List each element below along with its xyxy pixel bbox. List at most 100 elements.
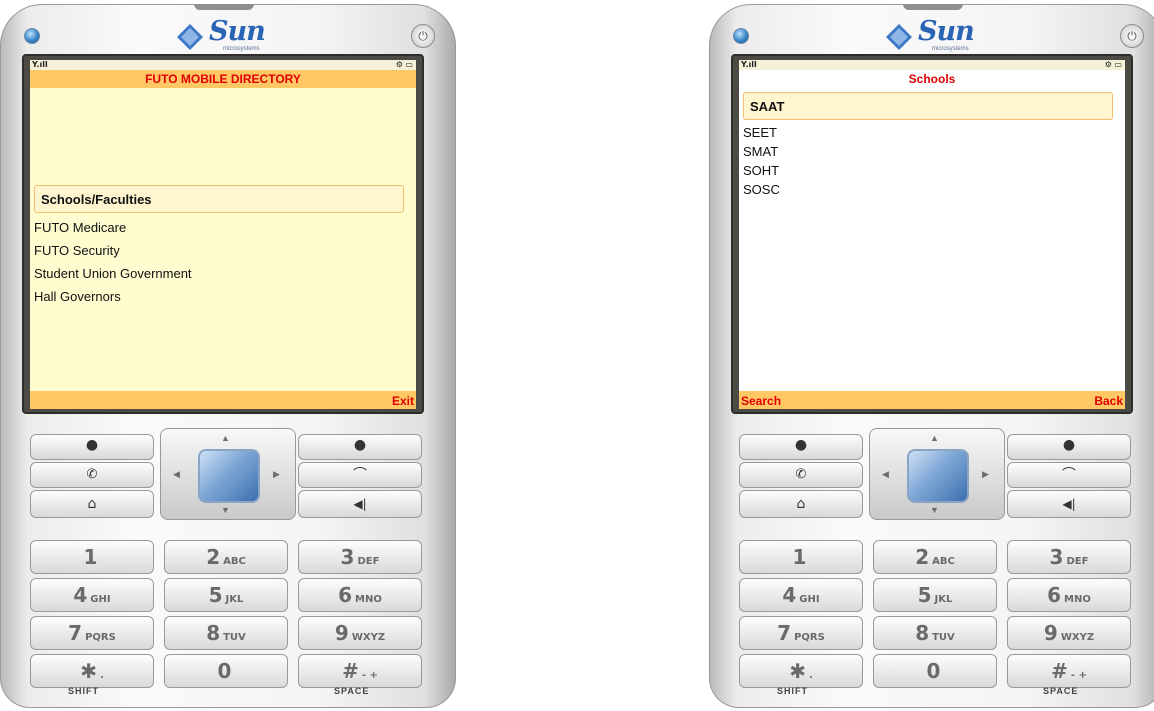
key-digit: 4: [782, 583, 797, 607]
key-4[interactable]: 4 GHI: [739, 578, 863, 612]
menu-item[interactable]: SMAT: [743, 142, 778, 162]
nav-right-icon[interactable]: ▶: [273, 469, 280, 480]
sun-diamond-icon: [886, 24, 912, 50]
brand-sub: microsystems: [223, 46, 260, 52]
menu-item[interactable]: FUTO Medicare: [34, 218, 126, 238]
key-digit: 2: [915, 545, 930, 569]
key-letters: .: [808, 670, 813, 681]
left-softkey-button[interactable]: ●: [739, 434, 863, 460]
menu-item[interactable]: SOHT: [743, 161, 779, 181]
signal-icon: Y.ıll: [741, 60, 757, 69]
screen-frame: Y.ıll ⚙ ▭ Schools SAAT SEET SMAT SOHT SO…: [731, 54, 1133, 414]
space-label: SPACE: [334, 686, 370, 696]
key-1[interactable]: 1: [30, 540, 154, 574]
nav-left-icon[interactable]: ◀: [882, 469, 889, 480]
key-9[interactable]: 9 WXYZ: [1007, 616, 1131, 650]
key-3[interactable]: 3 DEF: [298, 540, 422, 574]
softkey-bar: Search Back: [739, 391, 1125, 409]
led-indicator-icon: [733, 28, 749, 44]
brand-sub: microsystems: [932, 46, 969, 52]
screen: Y.ıll ⚙ ▭ FUTO MOBILE DIRECTORY Schools/…: [30, 60, 416, 409]
key-letters: JKL: [934, 594, 953, 605]
key-6[interactable]: 6 MNO: [298, 578, 422, 612]
end-call-button[interactable]: ⌒: [1007, 462, 1131, 488]
menu-item[interactable]: Student Union Government: [34, 264, 192, 284]
key-8[interactable]: 8 TUV: [873, 616, 997, 650]
menu-list: Schools/Faculties FUTO Medicare FUTO Sec…: [30, 88, 416, 391]
menu-item[interactable]: FUTO Security: [34, 241, 120, 261]
screen-title: FUTO MOBILE DIRECTORY: [30, 70, 416, 88]
power-button[interactable]: ⏻: [411, 24, 435, 48]
navigation-pad[interactable]: ▲ ▼ ◀ ▶: [869, 428, 1005, 520]
menu-item[interactable]: SOSC: [743, 180, 780, 200]
key-letters: DEF: [357, 556, 380, 567]
menu-item-selected[interactable]: Schools/Faculties: [34, 185, 404, 213]
back-clear-button[interactable]: ◀|: [298, 490, 422, 518]
nav-up-icon[interactable]: ▲: [930, 433, 939, 443]
home-button[interactable]: ⌂: [739, 490, 863, 518]
power-button[interactable]: ⏻: [1120, 24, 1144, 48]
nav-left-icon[interactable]: ◀: [173, 469, 180, 480]
nav-select-button[interactable]: [907, 449, 969, 503]
key-star[interactable]: ✱.: [739, 654, 863, 688]
end-call-button[interactable]: ⌒: [298, 462, 422, 488]
key-7[interactable]: 7 PQRS: [30, 616, 154, 650]
key-9[interactable]: 9 WXYZ: [298, 616, 422, 650]
key-letters: .: [99, 670, 104, 681]
key-5[interactable]: 5 JKL: [873, 578, 997, 612]
key-star[interactable]: ✱.: [30, 654, 154, 688]
softkey-back[interactable]: Back: [1094, 391, 1123, 409]
left-softkey-button[interactable]: ●: [30, 434, 154, 460]
nav-down-icon[interactable]: ▼: [221, 505, 230, 515]
key-0[interactable]: 0: [873, 654, 997, 688]
right-softkey-button[interactable]: ●: [1007, 434, 1131, 460]
nav-right-icon[interactable]: ▶: [982, 469, 989, 480]
key-digit: 9: [1043, 621, 1058, 645]
led-indicator-icon: [24, 28, 40, 44]
nav-up-icon[interactable]: ▲: [221, 433, 230, 443]
top-notch: [194, 4, 254, 10]
key-letters: DEF: [1066, 556, 1089, 567]
sun-diamond-icon: [177, 24, 203, 50]
key-digit: 8: [206, 621, 221, 645]
key-6[interactable]: 6 MNO: [1007, 578, 1131, 612]
key-letters: ABC: [223, 556, 246, 567]
key-digit: ✱: [789, 659, 806, 683]
key-digit: 4: [73, 583, 88, 607]
key-digit: 1: [792, 545, 807, 569]
right-softkey-button[interactable]: ●: [298, 434, 422, 460]
nav-down-icon[interactable]: ▼: [930, 505, 939, 515]
menu-item[interactable]: SEET: [743, 123, 777, 143]
call-button[interactable]: ✆: [739, 462, 863, 488]
key-2[interactable]: 2 ABC: [164, 540, 288, 574]
key-4[interactable]: 4 GHI: [30, 578, 154, 612]
menu-item-selected[interactable]: SAAT: [743, 92, 1113, 120]
nav-select-button[interactable]: [198, 449, 260, 503]
back-clear-button[interactable]: ◀|: [1007, 490, 1131, 518]
key-digit: 6: [1047, 583, 1062, 607]
key-letters: PQRS: [85, 632, 116, 643]
key-hash[interactable]: # - +: [298, 654, 422, 688]
shift-label: SHIFT: [777, 686, 808, 696]
key-7[interactable]: 7 PQRS: [739, 616, 863, 650]
key-letters: GHI: [90, 594, 111, 605]
navigation-pad[interactable]: ▲ ▼ ◀ ▶: [160, 428, 296, 520]
key-1[interactable]: 1: [739, 540, 863, 574]
key-5[interactable]: 5 JKL: [164, 578, 288, 612]
key-letters: - +: [1070, 670, 1087, 681]
home-button[interactable]: ⌂: [30, 490, 154, 518]
softkey-exit[interactable]: Exit: [392, 391, 414, 409]
key-digit: ✱: [80, 659, 97, 683]
key-0[interactable]: 0: [164, 654, 288, 688]
menu-list: SAAT SEET SMAT SOHT SOSC: [739, 88, 1125, 391]
softkey-search[interactable]: Search: [741, 391, 781, 409]
key-hash[interactable]: # - +: [1007, 654, 1131, 688]
key-2[interactable]: 2 ABC: [873, 540, 997, 574]
key-digit: 7: [68, 621, 83, 645]
screen-frame: Y.ıll ⚙ ▭ FUTO MOBILE DIRECTORY Schools/…: [22, 54, 424, 414]
menu-item[interactable]: Hall Governors: [34, 287, 121, 307]
key-3[interactable]: 3 DEF: [1007, 540, 1131, 574]
phone-emulator-right: Sun microsystems ⏻ Y.ıll ⚙ ▭ Schools SAA…: [709, 4, 1154, 708]
call-button[interactable]: ✆: [30, 462, 154, 488]
key-8[interactable]: 8 TUV: [164, 616, 288, 650]
